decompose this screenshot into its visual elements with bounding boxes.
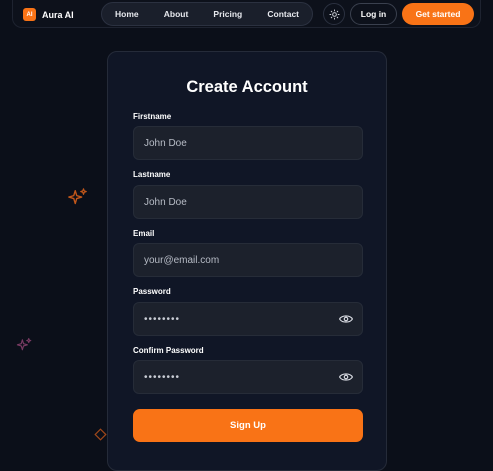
lastname-field[interactable]: [133, 185, 363, 219]
password-field[interactable]: [133, 302, 363, 336]
nav-link-contact[interactable]: Contact: [267, 9, 299, 19]
brand-logo[interactable]: AI Aura AI: [23, 8, 74, 21]
sign-up-button[interactable]: Sign Up: [133, 409, 363, 442]
nav-link-about[interactable]: About: [164, 9, 189, 19]
signup-card: Create Account Firstname Lastname Email …: [107, 51, 387, 471]
firstname-field[interactable]: [133, 126, 363, 160]
get-started-button[interactable]: Get started: [402, 3, 474, 25]
email-field[interactable]: [133, 243, 363, 277]
sun-icon: [328, 8, 340, 20]
nav-links: Home About Pricing Contact: [101, 2, 313, 26]
login-button[interactable]: Log in: [350, 3, 397, 25]
top-navbar: AI Aura AI Home About Pricing Contact Lo…: [12, 0, 481, 28]
nav-link-pricing[interactable]: Pricing: [213, 9, 242, 19]
theme-toggle-button[interactable]: [323, 3, 345, 25]
password-label: Password: [133, 287, 171, 296]
eye-icon[interactable]: [339, 372, 353, 382]
firstname-label: Firstname: [133, 112, 172, 121]
sparkle-icon: [16, 337, 32, 351]
confirm-password-label: Confirm Password: [133, 346, 204, 355]
eye-icon[interactable]: [339, 314, 353, 324]
brand-name: Aura AI: [42, 9, 74, 20]
logo-badge: AI: [23, 8, 36, 21]
nav-link-home[interactable]: Home: [115, 9, 139, 19]
page-title: Create Account: [186, 78, 308, 96]
diamond-icon: [94, 428, 107, 441]
lastname-label: Lastname: [133, 170, 171, 179]
email-label: Email: [133, 229, 155, 238]
confirm-password-field[interactable]: [133, 360, 363, 394]
sparkle-icon: [68, 188, 87, 205]
